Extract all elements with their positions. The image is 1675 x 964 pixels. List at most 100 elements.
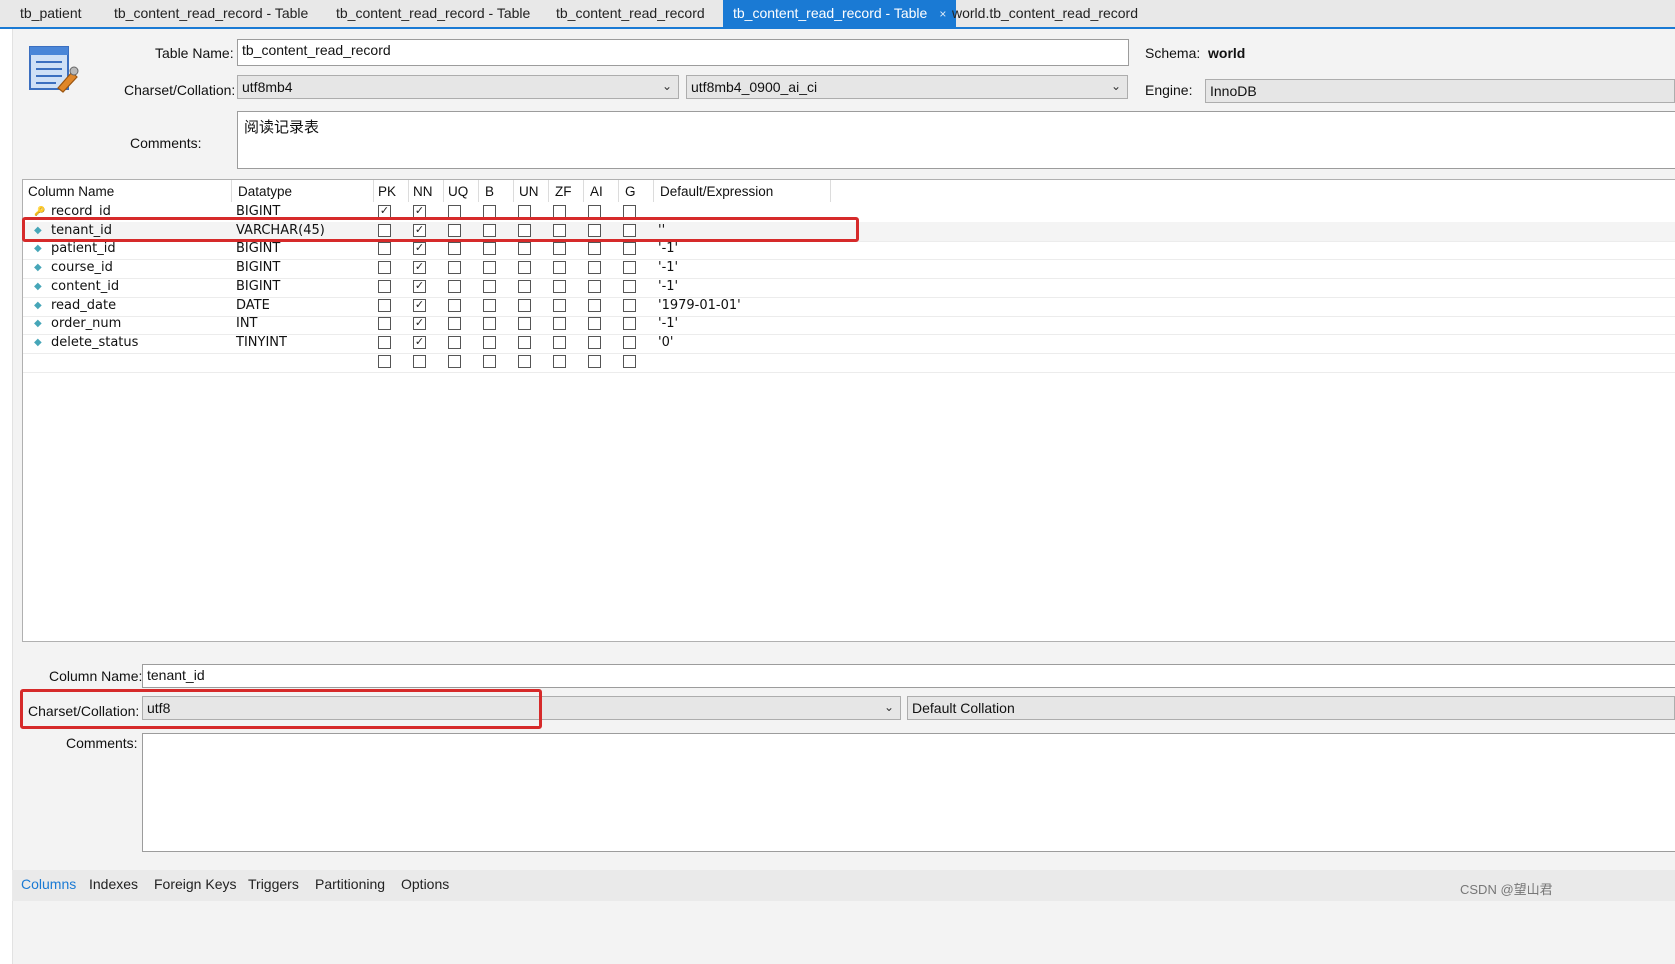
ai-checkbox[interactable] [588,317,601,331]
header-divider[interactable] [583,180,584,202]
header-divider[interactable] [408,180,409,202]
g-checkbox[interactable] [623,317,636,331]
tab-foreign-keys[interactable]: Foreign Keys [154,876,236,892]
nn-checkbox[interactable]: ✓ [413,298,426,312]
nn-checkbox[interactable] [413,354,426,368]
zf-checkbox[interactable] [553,242,566,256]
ai-checkbox[interactable] [588,298,601,312]
header-un[interactable]: UN [519,184,539,199]
ai-checkbox[interactable] [588,279,601,293]
pk-checkbox[interactable] [378,317,391,331]
b-checkbox[interactable] [483,279,496,293]
zf-checkbox[interactable] [553,298,566,312]
tab-active-table-editor[interactable]: tb_content_read_record - Table × [723,0,957,27]
g-checkbox[interactable] [623,354,636,368]
header-g[interactable]: G [625,184,636,199]
uq-checkbox[interactable] [448,242,461,256]
un-checkbox[interactable] [518,242,531,256]
datatype-cell[interactable]: INT [236,316,258,331]
datatype-cell[interactable]: BIGINT [236,241,280,256]
column-name-cell[interactable]: content_id [51,279,119,294]
engine-select[interactable]: InnoDB [1205,79,1675,103]
un-checkbox[interactable] [518,298,531,312]
nn-checkbox[interactable]: ✓ [413,335,426,349]
tab-columns[interactable]: Columns [21,876,76,892]
g-checkbox[interactable] [623,335,636,349]
tab-tb-patient[interactable]: tb_patient [10,0,92,27]
pk-checkbox[interactable] [378,242,391,256]
g-checkbox[interactable] [623,261,636,275]
uq-checkbox[interactable] [448,279,461,293]
datatype-cell[interactable]: BIGINT [236,279,280,294]
datatype-cell[interactable]: TINYINT [236,335,287,350]
zf-checkbox[interactable] [553,354,566,368]
header-zf[interactable]: ZF [555,184,572,199]
header-divider[interactable] [373,180,374,202]
table-name-input[interactable]: tb_content_read_record [237,39,1129,66]
g-checkbox[interactable] [623,279,636,293]
table-row-patient-id[interactable]: ◆ patient_id BIGINT ✓ '-1' [23,240,1675,261]
datatype-cell[interactable]: DATE [236,298,270,313]
column-name-input[interactable]: tenant_id [142,664,1675,688]
default-expression-cell[interactable]: '-1' [658,241,678,256]
uq-checkbox[interactable] [448,317,461,331]
zf-checkbox[interactable] [553,279,566,293]
column-name-cell[interactable]: patient_id [51,241,116,256]
header-pk[interactable]: PK [378,184,396,199]
nn-checkbox[interactable]: ✓ [413,317,426,331]
default-expression-cell[interactable]: '0' [658,335,673,350]
un-checkbox[interactable] [518,354,531,368]
b-checkbox[interactable] [483,242,496,256]
tab-partitioning[interactable]: Partitioning [315,876,385,892]
columns-grid[interactable]: Column Name Datatype PK NN UQ B UN ZF AI… [22,179,1675,642]
g-checkbox[interactable] [623,242,636,256]
ai-checkbox[interactable] [588,354,601,368]
header-nn[interactable]: NN [413,184,433,199]
uq-checkbox[interactable] [448,354,461,368]
header-divider[interactable] [231,180,232,202]
table-row-course-id[interactable]: ◆ course_id BIGINT ✓ '-1' [23,259,1675,280]
header-divider[interactable] [443,180,444,202]
un-checkbox[interactable] [518,261,531,275]
column-name-cell[interactable]: order_num [51,316,121,331]
nn-checkbox[interactable]: ✓ [413,261,426,275]
header-uq[interactable]: UQ [448,184,468,199]
zf-checkbox[interactable] [553,317,566,331]
zf-checkbox[interactable] [553,335,566,349]
header-column-name[interactable]: Column Name [28,184,114,199]
table-row-empty[interactable] [23,353,1675,373]
default-expression-cell[interactable]: '-1' [658,279,678,294]
default-expression-cell[interactable]: '1979-01-01' [658,298,741,313]
header-ai[interactable]: AI [590,184,603,199]
ai-checkbox[interactable] [588,261,601,275]
nn-checkbox[interactable]: ✓ [413,242,426,256]
pk-checkbox[interactable] [378,298,391,312]
tab-tb-content-read-record-table-1[interactable]: tb_content_read_record - Table [104,0,318,27]
tab-indexes[interactable]: Indexes [89,876,138,892]
un-checkbox[interactable] [518,335,531,349]
column-comments-textarea[interactable] [142,733,1675,852]
pk-checkbox[interactable] [378,279,391,293]
header-divider[interactable] [830,180,831,202]
header-divider[interactable] [618,180,619,202]
table-collation-select[interactable]: utf8mb4_0900_ai_ci ⌄ [686,75,1128,99]
b-checkbox[interactable] [483,354,496,368]
uq-checkbox[interactable] [448,335,461,349]
tab-options[interactable]: Options [401,876,449,892]
pk-checkbox[interactable] [378,261,391,275]
table-row-order-num[interactable]: ◆ order_num INT ✓ '-1' [23,315,1675,336]
pk-checkbox[interactable] [378,354,391,368]
table-row-read-date[interactable]: ◆ read_date DATE ✓ '1979-01-01' [23,297,1675,317]
ai-checkbox[interactable] [588,335,601,349]
uq-checkbox[interactable] [448,298,461,312]
tab-triggers[interactable]: Triggers [248,876,299,892]
default-expression-cell[interactable]: '-1' [658,316,678,331]
table-comments-textarea[interactable]: 阅读记录表 [237,111,1675,169]
table-charset-select[interactable]: utf8mb4 ⌄ [237,75,679,99]
table-row-content-id[interactable]: ◆ content_id BIGINT ✓ '-1' [23,278,1675,298]
header-divider[interactable] [653,180,654,202]
header-divider[interactable] [478,180,479,202]
column-name-cell[interactable]: read_date [51,298,116,313]
datatype-cell[interactable]: BIGINT [236,260,280,275]
column-name-cell[interactable]: delete_status [51,335,138,350]
